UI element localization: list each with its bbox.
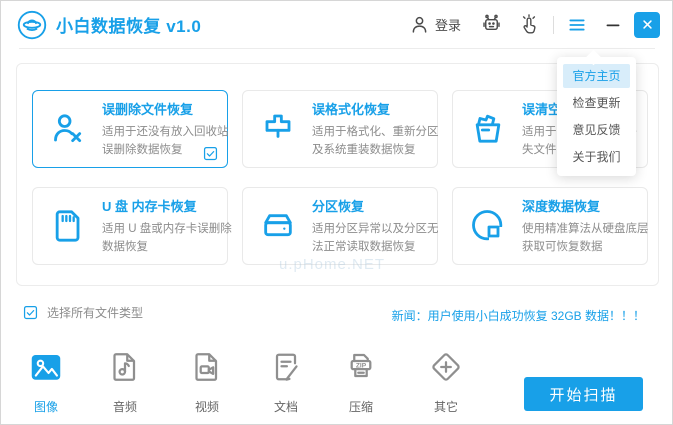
filetype-label: 文档	[274, 398, 298, 415]
card-usb-sdcard-recovery[interactable]: U 盘 内存卡恢复 适用 U 盘或内存卡误删除 数据恢复	[32, 187, 228, 265]
menu-item-check-updates[interactable]: 检查更新	[563, 91, 630, 115]
menu-hamburger-icon[interactable]	[567, 15, 587, 35]
titlebar-controls: 登录	[409, 12, 660, 38]
card-desc-line1: 使用精准算法从硬盘底层	[522, 220, 649, 238]
touch-hand-icon[interactable]	[518, 14, 540, 36]
card-format-recovery[interactable]: 误格式化恢复 适用于格式化、重新分区 及系统重装数据恢复	[242, 90, 438, 168]
card-deep-data-recovery[interactable]: 深度数据恢复 使用精准算法从硬盘底层 获取可恢复数据	[452, 187, 648, 265]
card-checkbox-checked[interactable]	[203, 146, 218, 161]
card-desc-line1: 适用于还没有放入回收站	[102, 123, 229, 141]
robot-icon[interactable]	[480, 13, 503, 36]
menu-item-about-us[interactable]: 关于我们	[563, 145, 630, 169]
card-title: 分区恢复	[312, 196, 439, 215]
other-plus-icon	[428, 349, 464, 385]
app-window: 小白数据恢复 v1.0 登录	[0, 0, 673, 425]
user-x-icon	[48, 109, 88, 149]
close-button[interactable]	[634, 12, 660, 38]
document-file-icon	[268, 349, 304, 385]
app-logo-icon	[17, 10, 47, 40]
select-all-filetypes[interactable]: 选择所有文件类型	[23, 304, 143, 321]
video-file-icon	[189, 349, 225, 385]
image-icon	[28, 349, 64, 385]
card-desc-line2: 数据恢复	[102, 238, 232, 256]
sd-card-icon	[48, 206, 88, 246]
card-title: U 盘 内存卡恢复	[102, 196, 232, 215]
header-divider	[19, 48, 655, 49]
filetype-label: 音频	[113, 398, 137, 415]
titlebar-divider	[553, 16, 554, 34]
deep-scan-icon	[468, 206, 508, 246]
start-scan-button[interactable]: 开始扫描	[524, 377, 643, 411]
user-icon[interactable]	[409, 14, 430, 35]
hard-drive-icon	[258, 206, 298, 246]
audio-file-icon	[107, 349, 143, 385]
news-ticker: 新闻：用户使用小白成功恢复 32GB 数据！！！	[392, 307, 645, 324]
card-desc-line2: 获取可恢复数据	[522, 238, 649, 256]
recycle-bin-icon	[468, 109, 508, 149]
card-title: 误删除文件恢复	[102, 99, 229, 118]
card-title: 误格式化恢复	[312, 99, 439, 118]
minimize-button[interactable]	[604, 16, 622, 34]
card-desc-line2: 法正常读取数据恢复	[312, 238, 439, 256]
filetype-audio[interactable]: 音频	[87, 349, 163, 415]
login-link[interactable]: 登录	[435, 15, 461, 34]
card-deleted-file-recovery[interactable]: 误删除文件恢复 适用于还没有放入回收站 误删除数据恢复	[32, 90, 228, 168]
menu-item-official-homepage[interactable]: 官方主页	[563, 64, 630, 88]
dropdown-menu: 官方主页 检查更新 意见反馈 关于我们	[557, 57, 636, 176]
zip-file-icon: ZIP	[343, 349, 379, 385]
filetype-label: 视频	[195, 398, 219, 415]
filetype-images[interactable]: 图像	[8, 349, 84, 415]
filetype-label: 图像	[34, 398, 58, 415]
filetype-compressed[interactable]: ZIP 压缩	[323, 349, 399, 415]
format-brush-icon	[258, 109, 298, 149]
filetype-label: 其它	[434, 398, 458, 415]
filetype-documents[interactable]: 文档	[248, 349, 324, 415]
menu-item-feedback[interactable]: 意见反馈	[563, 118, 630, 142]
card-desc-line1: 适用 U 盘或内存卡误删除	[102, 220, 232, 238]
card-title: 深度数据恢复	[522, 196, 649, 215]
card-desc-line2: 及系统重装数据恢复	[312, 141, 439, 159]
select-all-label: 选择所有文件类型	[47, 304, 143, 321]
filetype-other[interactable]: 其它	[408, 349, 484, 415]
filetype-label: 压缩	[349, 398, 373, 415]
card-desc-line1: 适用分区异常以及分区无	[312, 220, 439, 238]
card-desc-line1: 适用于格式化、重新分区	[312, 123, 439, 141]
app-title: 小白数据恢复 v1.0	[56, 12, 201, 37]
select-all-checkbox-checked[interactable]	[23, 305, 38, 320]
titlebar: 小白数据恢复 v1.0 登录	[1, 1, 672, 48]
card-partition-recovery[interactable]: 分区恢复 适用分区异常以及分区无 法正常读取数据恢复	[242, 187, 438, 265]
svg-text:ZIP: ZIP	[356, 362, 367, 369]
filetype-video[interactable]: 视频	[169, 349, 245, 415]
